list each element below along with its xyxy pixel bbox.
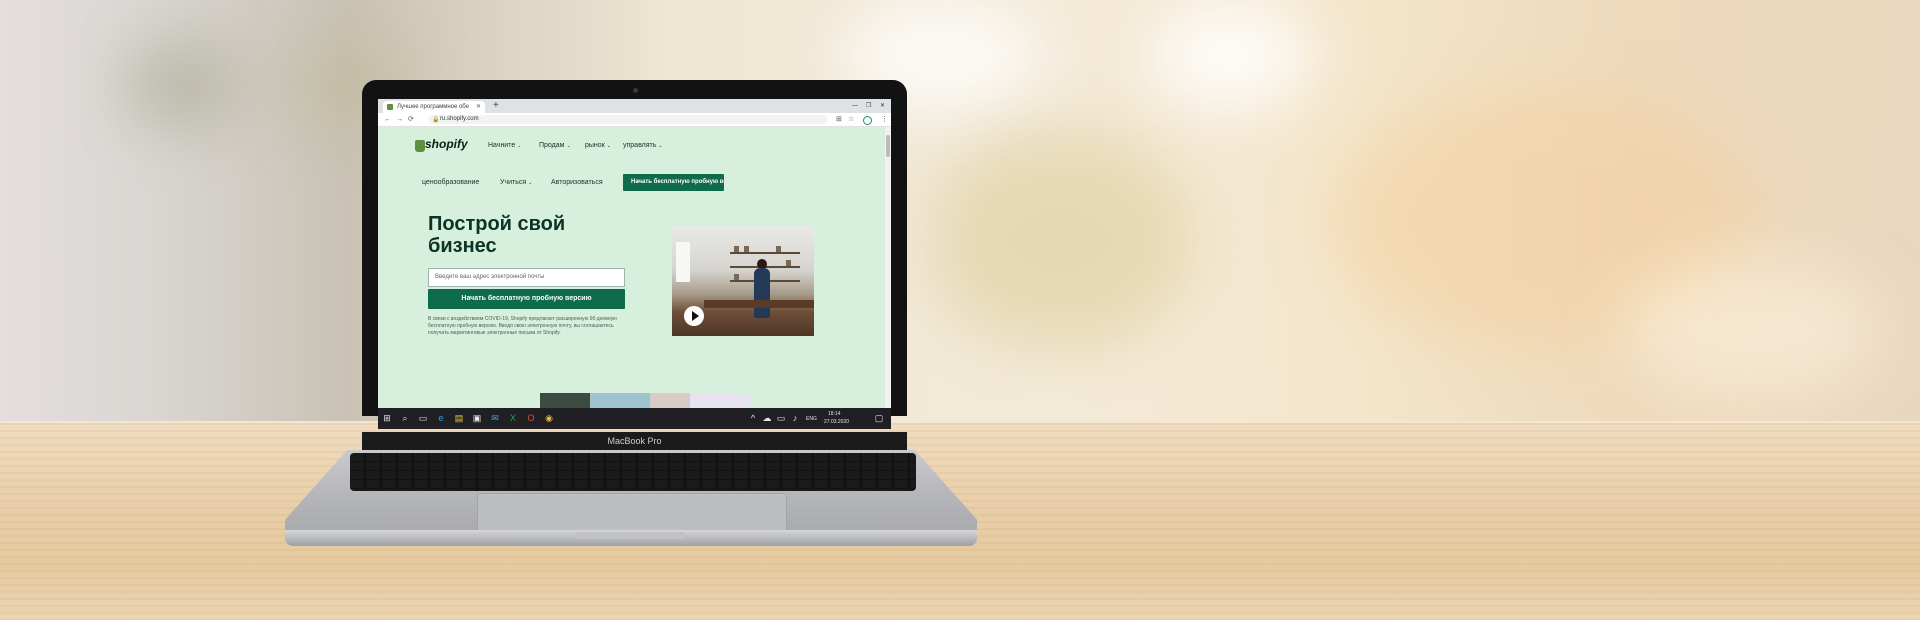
nav-item-learn[interactable]: Учиться ⌄	[500, 179, 532, 186]
windows-taskbar: ⊞ ⌕ ▭ e ▤ ▣ ✉ X O ◉ ^ ☁ ▭ ♪ ENG 18:14 27…	[378, 408, 891, 429]
maximize-icon[interactable]: ❐	[866, 99, 871, 113]
mail-icon[interactable]: ✉	[490, 412, 500, 424]
shopify-favicon-icon	[387, 104, 393, 110]
laptop-keyboard	[350, 453, 916, 491]
video-shelf	[730, 252, 800, 254]
browser-toolbar: ← → ⟳ 🔒 ru.shopify.com ⊞ ☆ ⋮	[378, 113, 891, 127]
video-jar	[734, 246, 739, 252]
thumbnail-strip	[650, 393, 690, 408]
browser-menu-icon[interactable]: ⋮	[881, 114, 888, 125]
scrollbar-thumb[interactable]	[886, 135, 890, 157]
browser-tab-bar: Лучшее программное обеспе... ✕ + — ❐ ✕	[378, 99, 891, 113]
video-person	[754, 268, 770, 318]
nav-item-sell[interactable]: Продам ⌄	[539, 142, 571, 149]
reload-icon[interactable]: ⟳	[408, 113, 414, 126]
laptop-screen: Лучшее программное обеспе... ✕ + — ❐ ✕ ←…	[378, 99, 891, 429]
store-icon[interactable]: ▣	[472, 412, 482, 424]
profile-avatar-icon[interactable]	[863, 116, 872, 125]
video-counter	[704, 300, 814, 308]
chrome-icon[interactable]: ◉	[544, 412, 554, 424]
edge-icon[interactable]: e	[436, 412, 446, 424]
tray-expand-icon[interactable]: ^	[748, 412, 758, 424]
notifications-icon[interactable]: ▢	[874, 412, 884, 424]
shopify-page: shopify Начните ⌄ Продам ⌄ рынок ⌄ управлят…	[378, 127, 885, 408]
chevron-down-icon: ⌄	[606, 143, 611, 149]
login-link[interactable]: Авторизоваться	[551, 179, 603, 186]
close-window-icon[interactable]: ✕	[880, 99, 885, 113]
play-icon[interactable]	[684, 306, 704, 326]
laptop-notch	[574, 532, 686, 539]
tab-title: Лучшее программное обеспе...	[397, 104, 469, 110]
hero-video[interactable]	[672, 226, 814, 336]
video-jar	[744, 246, 749, 252]
shopify-bag-icon	[415, 140, 425, 152]
tab-close-icon[interactable]: ✕	[476, 101, 481, 113]
bokeh-light	[930, 130, 1190, 350]
chevron-down-icon: ⌄	[566, 143, 571, 149]
laptop-trackpad[interactable]	[477, 493, 787, 533]
battery-icon[interactable]: ▭	[776, 412, 786, 424]
nav-item-start[interactable]: Начните ⌄	[488, 142, 521, 149]
laptop-model-name: MacBook Pro	[607, 436, 662, 446]
windows-start-icon[interactable]: ⊞	[382, 412, 392, 424]
bokeh-light	[1620, 260, 1880, 400]
nav-item-manage[interactable]: управлять ⌄	[623, 142, 663, 149]
address-bar[interactable]	[428, 115, 828, 124]
browser-tab[interactable]: Лучшее программное обеспе... ✕	[383, 101, 485, 113]
hero-title: Построй свой бизнес	[428, 213, 566, 257]
shopify-logo[interactable]: shopify	[425, 137, 468, 151]
url-text[interactable]: ru.shopify.com	[440, 115, 479, 124]
start-trial-nav-button[interactable]: Начать бесплатную пробную ве	[623, 174, 724, 191]
file-explorer-icon[interactable]: ▤	[454, 412, 464, 424]
chevron-down-icon: ⌄	[528, 180, 533, 186]
nav-item-market[interactable]: рынок ⌄	[585, 142, 611, 149]
start-trial-button[interactable]: Начать бесплатную пробную версию	[428, 289, 625, 309]
lock-icon[interactable]: 🔒	[432, 116, 439, 124]
volume-icon[interactable]: ♪	[790, 412, 800, 424]
thumbnail-strip	[690, 393, 750, 408]
email-input[interactable]: Введите ваш адрес электронной почты	[428, 268, 625, 287]
office-icon[interactable]: O	[526, 412, 536, 424]
video-jar	[786, 260, 791, 266]
network-icon[interactable]: ☁	[762, 412, 772, 424]
clock-date[interactable]: 27.03.2020	[824, 419, 849, 425]
clock-time[interactable]: 18:14	[828, 411, 841, 417]
video-jar	[776, 246, 781, 252]
chevron-down-icon: ⌄	[517, 143, 522, 149]
minimize-icon[interactable]: —	[852, 99, 858, 113]
video-window-scene	[676, 242, 690, 282]
covid-disclaimer: В связи с воздействием COVID-19, Shopify…	[428, 316, 617, 336]
page-scrollbar[interactable]	[885, 127, 891, 408]
search-icon[interactable]: ⌕	[400, 412, 410, 424]
forward-icon[interactable]: →	[396, 113, 403, 126]
bookmark-star-icon[interactable]: ☆	[848, 114, 854, 125]
chevron-down-icon: ⌄	[658, 143, 663, 149]
new-tab-button[interactable]: +	[493, 99, 499, 113]
thumbnail-strip	[590, 393, 650, 408]
task-view-icon[interactable]: ▭	[418, 412, 428, 424]
nav-item-pricing[interactable]: ценообразование	[422, 179, 479, 186]
translate-icon[interactable]: ⊞	[836, 114, 842, 125]
bokeh-light	[120, 40, 240, 130]
excel-icon[interactable]: X	[508, 412, 518, 424]
thumbnail-strip	[540, 393, 590, 408]
input-language[interactable]: ENG	[806, 416, 817, 422]
video-jar	[734, 274, 739, 280]
bokeh-light	[1150, 0, 1310, 110]
back-icon[interactable]: ←	[384, 113, 391, 126]
webcam	[633, 88, 638, 93]
